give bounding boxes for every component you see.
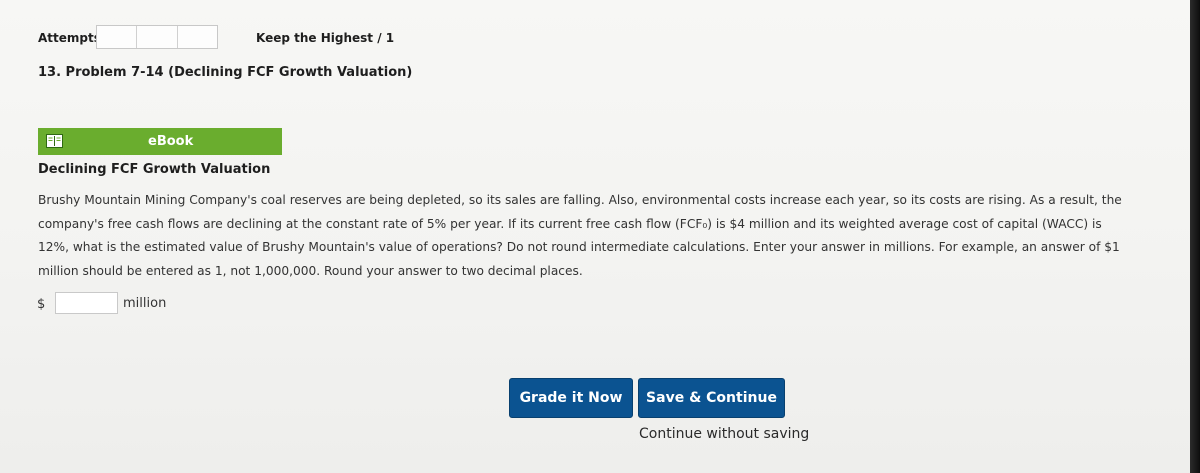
ebook-label: eBook xyxy=(148,134,194,149)
grade-it-now-button[interactable]: Grade it Now xyxy=(509,378,633,418)
book-icon xyxy=(46,134,63,148)
attempts-indicator xyxy=(96,25,218,49)
problem-text-line: Brushy Mountain Mining Company's coal re… xyxy=(38,193,1122,207)
problem-text-line: 12%, what is the estimated value of Brus… xyxy=(38,240,1120,254)
section-heading: Declining FCF Growth Valuation xyxy=(38,162,271,177)
problem-text-line: million should be entered as 1, not 1,00… xyxy=(38,263,583,278)
currency-symbol: $ xyxy=(37,297,46,312)
continue-without-saving-link[interactable]: Continue without saving xyxy=(639,426,809,442)
problem-text-line: company's free cash flows are declining … xyxy=(38,216,1102,231)
ebook-button[interactable]: eBook xyxy=(38,128,282,155)
keep-highest-label: Keep the Highest / 1 xyxy=(256,31,395,45)
unit-label: million xyxy=(123,296,167,311)
attempt-box xyxy=(97,26,138,48)
save-and-continue-button[interactable]: Save & Continue xyxy=(638,378,785,418)
problem-statement: Brushy Mountain Mining Company's coal re… xyxy=(38,189,1168,283)
attempt-box xyxy=(177,26,217,48)
screen-edge xyxy=(1190,0,1200,473)
attempt-box xyxy=(137,26,178,48)
problem-title: 13. Problem 7-14 (Declining FCF Growth V… xyxy=(38,65,413,80)
attempts-label: Attempts xyxy=(38,31,101,45)
answer-input[interactable] xyxy=(55,292,118,314)
